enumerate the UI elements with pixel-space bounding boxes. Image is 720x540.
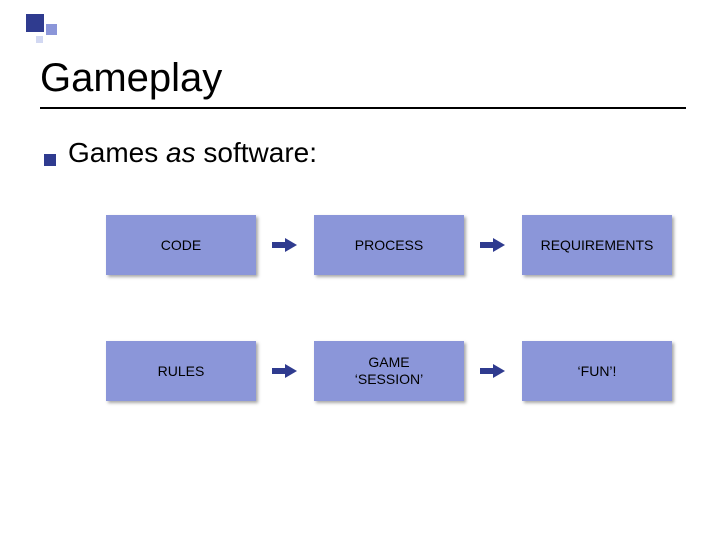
box-game-session: GAME ‘SESSION’	[314, 341, 464, 401]
title-divider	[40, 107, 686, 109]
box-rules: RULES	[106, 341, 256, 401]
arrow-icon	[256, 238, 314, 252]
arrow-icon	[256, 364, 314, 378]
diagram-row: CODE PROCESS REQUIREMENTS	[106, 215, 686, 275]
bullet-prefix: Games	[68, 137, 166, 168]
box-fun: ‘FUN’!	[522, 341, 672, 401]
slide-title: Gameplay	[40, 56, 686, 101]
arrow-icon	[464, 238, 522, 252]
diagram-row: RULES GAME ‘SESSION’ ‘FUN’!	[106, 341, 686, 401]
bullet-italic: as	[166, 137, 196, 168]
bullet-icon	[44, 154, 56, 166]
arrow-icon	[464, 364, 522, 378]
bullet-text: Games as software:	[68, 137, 317, 169]
bullet-item: Games as software:	[44, 137, 686, 169]
slide: Gameplay Games as software: CODE PROCESS…	[0, 0, 720, 401]
diagram: CODE PROCESS REQUIREMENTS RULES GAME ‘SE…	[106, 215, 686, 401]
corner-decoration	[26, 14, 60, 48]
box-requirements: REQUIREMENTS	[522, 215, 672, 275]
bullet-suffix: software:	[196, 137, 317, 168]
box-process: PROCESS	[314, 215, 464, 275]
box-code: CODE	[106, 215, 256, 275]
